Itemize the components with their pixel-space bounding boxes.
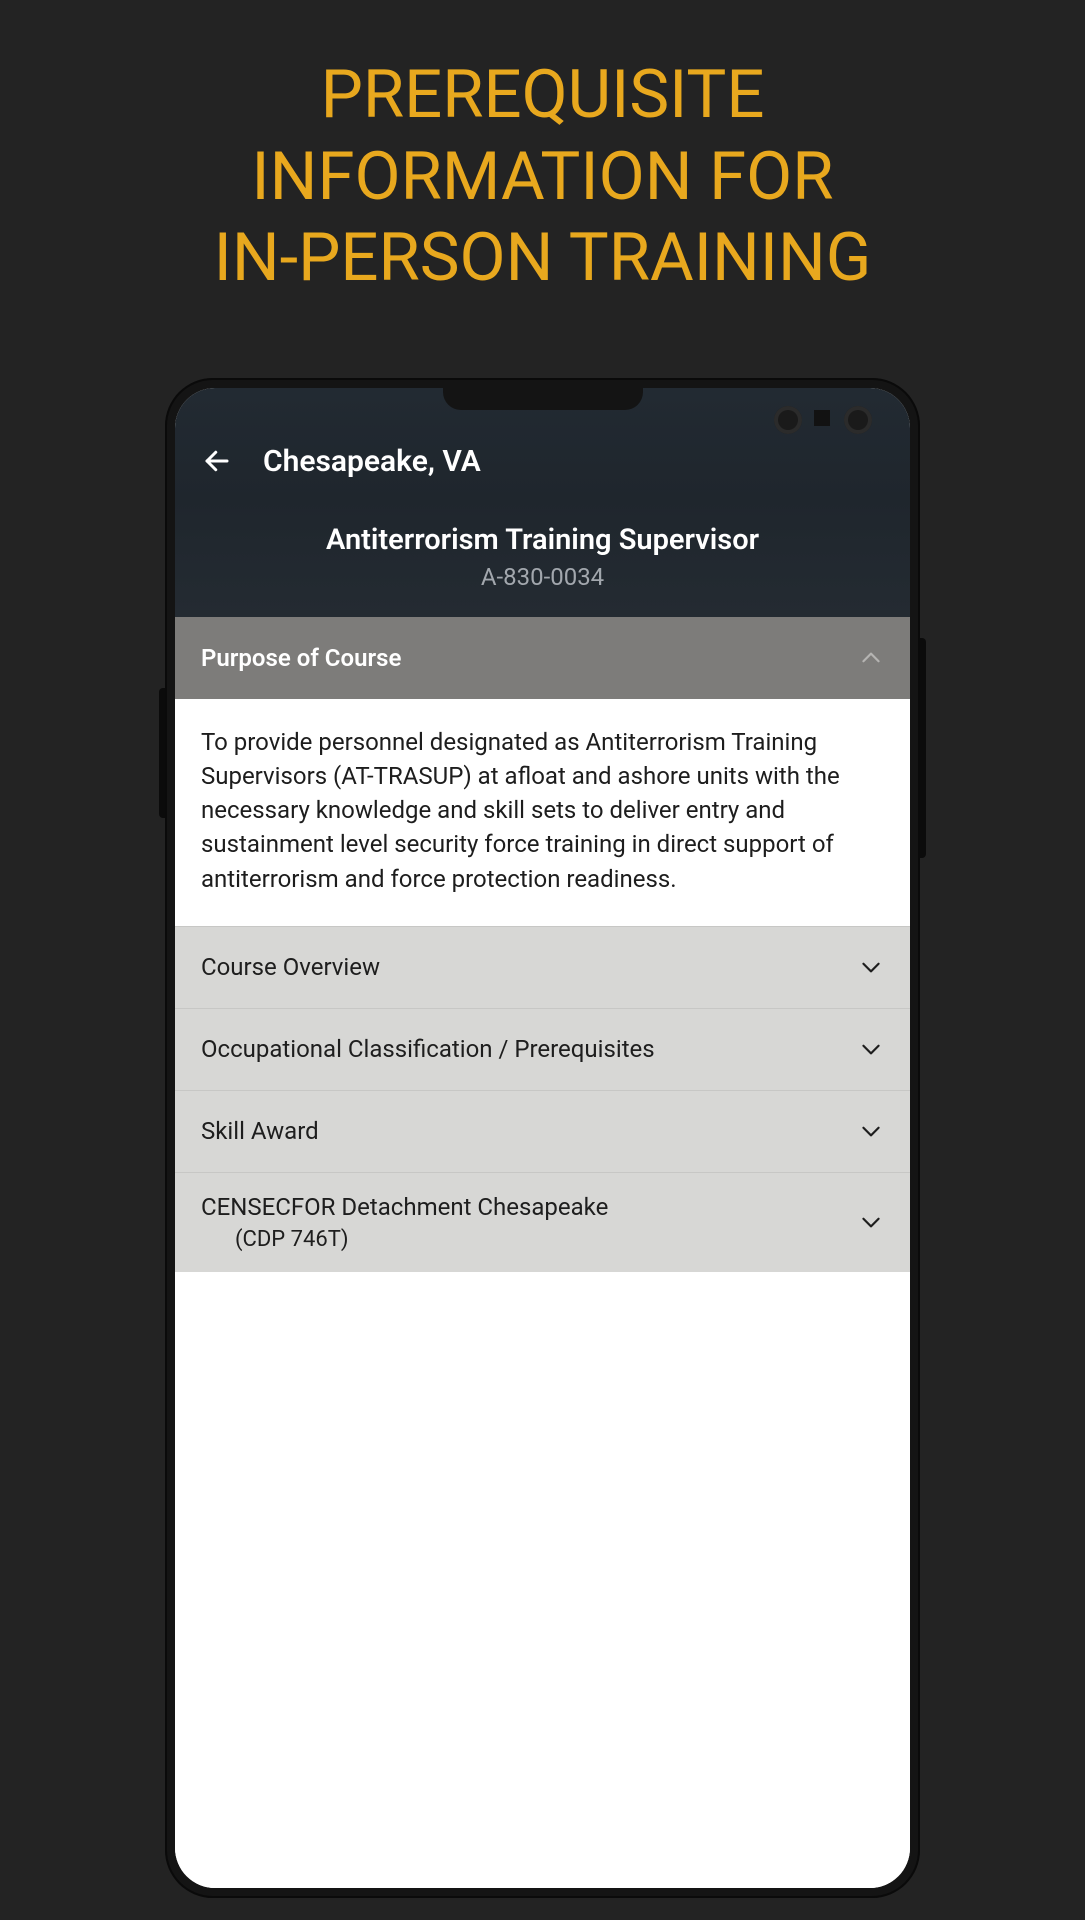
phone-notch bbox=[443, 388, 643, 410]
course-header: Antiterrorism Training Supervisor A-830-… bbox=[175, 499, 910, 617]
phone-screen: Chesapeake, VA Antiterrorism Training Su… bbox=[175, 388, 910, 1888]
chevron-down-icon bbox=[858, 1118, 884, 1144]
phone-frame: Chesapeake, VA Antiterrorism Training Su… bbox=[165, 378, 920, 1898]
promo-line-2: INFORMATION FOR bbox=[251, 138, 833, 216]
section-skill-label: Skill Award bbox=[201, 1117, 319, 1145]
back-button[interactable] bbox=[199, 443, 235, 479]
camera-hole-icon bbox=[844, 406, 872, 434]
header-location: Chesapeake, VA bbox=[263, 444, 481, 479]
camera-sensor-icon bbox=[814, 410, 830, 426]
section-purpose-body: To provide personnel designated as Antit… bbox=[175, 699, 910, 925]
section-detachment-header[interactable]: CENSECFOR Detachment Chesapeake (CDP 746… bbox=[175, 1172, 910, 1272]
section-prereq-label: Occupational Classification / Prerequisi… bbox=[201, 1035, 655, 1063]
chevron-up-icon bbox=[858, 645, 884, 671]
section-detachment-labels: CENSECFOR Detachment Chesapeake (CDP 746… bbox=[201, 1193, 608, 1252]
section-overview-label: Course Overview bbox=[201, 953, 380, 981]
promo-line-1: PREREQUISITE bbox=[321, 56, 765, 134]
content-spacer bbox=[175, 1272, 910, 1889]
back-arrow-icon bbox=[202, 446, 232, 476]
section-detachment-sublabel: (CDP 746T) bbox=[235, 1227, 608, 1252]
section-prereq-header[interactable]: Occupational Classification / Prerequisi… bbox=[175, 1008, 910, 1090]
section-skill-header[interactable]: Skill Award bbox=[175, 1090, 910, 1172]
promo-title: PREREQUISITE INFORMATION FOR IN-PERSON T… bbox=[214, 55, 872, 300]
camera-hole-icon bbox=[774, 406, 802, 434]
section-detachment-label: CENSECFOR Detachment Chesapeake bbox=[201, 1193, 608, 1221]
section-overview-header[interactable]: Course Overview bbox=[175, 926, 910, 1008]
section-purpose-header[interactable]: Purpose of Course bbox=[175, 617, 910, 699]
promo-line-3: IN-PERSON TRAINING bbox=[214, 219, 872, 297]
chevron-down-icon bbox=[858, 954, 884, 980]
chevron-down-icon bbox=[858, 1209, 884, 1235]
section-purpose-label: Purpose of Course bbox=[201, 644, 401, 672]
course-title: Antiterrorism Training Supervisor bbox=[195, 523, 890, 557]
course-code: A-830-0034 bbox=[195, 563, 890, 591]
chevron-down-icon bbox=[858, 1036, 884, 1062]
